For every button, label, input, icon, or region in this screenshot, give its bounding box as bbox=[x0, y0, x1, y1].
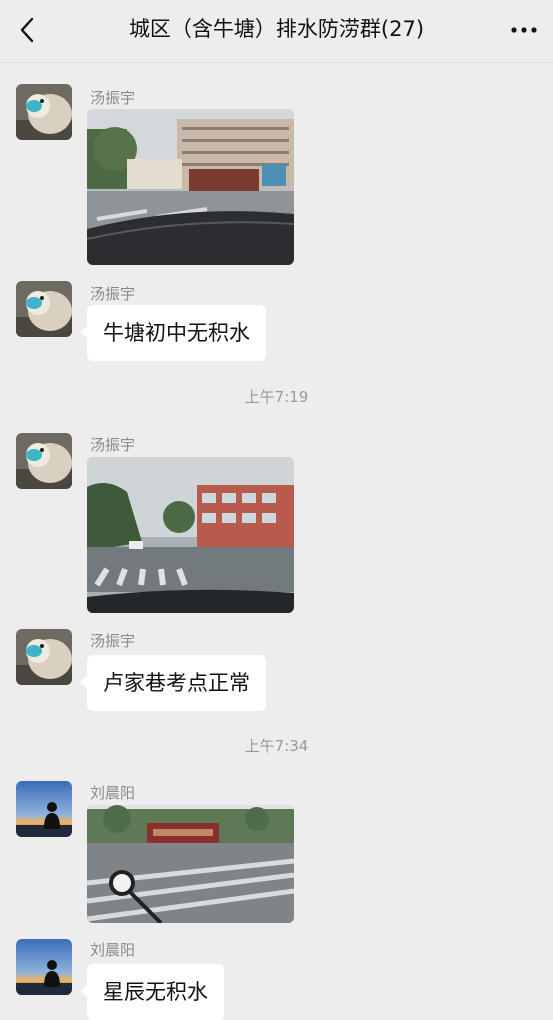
chat-header: 城区（含牛塘）排水防涝群(27) bbox=[0, 0, 553, 63]
message-bubble[interactable]: 牛塘初中无积水 bbox=[80, 305, 266, 361]
sender-name: 刘晨阳 bbox=[90, 941, 136, 959]
school-sign-road-photo[interactable] bbox=[87, 805, 294, 923]
avatar[interactable] bbox=[16, 939, 72, 995]
avatar[interactable] bbox=[16, 84, 72, 140]
sender-name: 汤振宇 bbox=[90, 285, 136, 303]
school-gate-rain-photo[interactable] bbox=[87, 109, 294, 265]
sender-name: 汤振宇 bbox=[90, 436, 136, 454]
avatar[interactable] bbox=[16, 433, 72, 489]
message-bubble[interactable]: 星辰无积水 bbox=[80, 964, 224, 1020]
timestamp: 上午7:19 bbox=[244, 388, 309, 406]
message-bubble[interactable]: 卢家巷考点正常 bbox=[80, 655, 266, 711]
avatar[interactable] bbox=[16, 629, 72, 685]
sender-name: 汤振宇 bbox=[90, 89, 136, 107]
avatar[interactable] bbox=[16, 781, 72, 837]
more-horizontal-icon[interactable] bbox=[509, 18, 539, 42]
sender-name: 汤振宇 bbox=[90, 632, 136, 650]
chevron-left-icon[interactable] bbox=[16, 16, 40, 44]
sender-name: 刘晨阳 bbox=[90, 784, 136, 802]
street-crosswalk-rain-photo[interactable] bbox=[87, 457, 294, 613]
timestamp: 上午7:34 bbox=[244, 737, 309, 755]
chat-title: 城区（含牛塘）排水防涝群(27) bbox=[128, 17, 425, 41]
avatar[interactable] bbox=[16, 281, 72, 337]
